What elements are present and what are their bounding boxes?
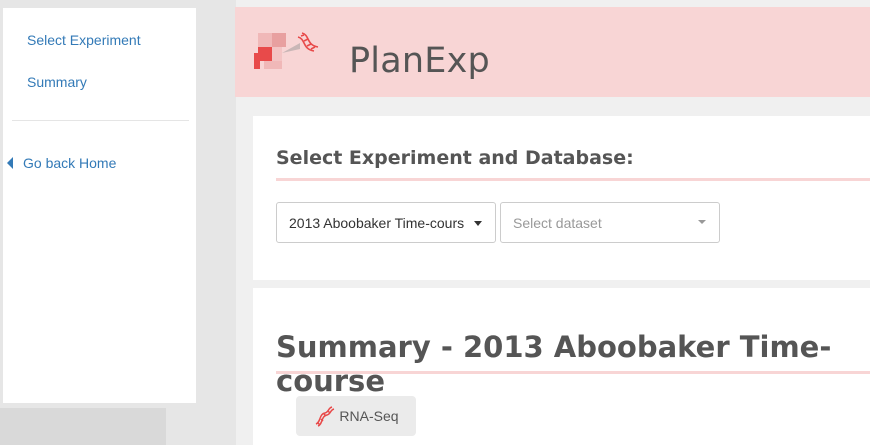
summary-panel: Summary - 2013 Aboobaker Time-course RNA… [253,288,870,445]
go-back-home-label: Go back Home [23,155,117,171]
rna-seq-badge: RNA-Seq [296,396,416,436]
select-experiment-panel: Select Experiment and Database: 2013 Abo… [253,116,870,280]
experiment-select[interactable]: 2013 Aboobaker Time-cours [276,202,496,243]
sidebar: Select Experiment Summary Go back Home [3,8,200,407]
dataset-select-placeholder: Select dataset [513,215,602,231]
dataset-select[interactable]: Select dataset [500,202,720,243]
summary-panel-title: Summary - 2013 Aboobaker Time-course [276,330,832,398]
chevron-down-icon [698,220,706,224]
go-back-home-link[interactable]: Go back Home [7,155,116,171]
rna-seq-badge-label: RNA-Seq [339,408,399,424]
sidebar-item-select-experiment[interactable]: Select Experiment [27,32,141,48]
select-panel-underline [276,178,870,181]
app-title: PlanExp [349,41,490,81]
caret-left-icon [7,157,13,169]
sidebar-footer-shade [0,408,166,445]
sidebar-item-summary[interactable]: Summary [27,74,87,90]
app-header: PlanExp [235,7,870,97]
experiment-select-value: 2013 Aboobaker Time-cours [289,215,465,231]
planexp-logo-icon [254,32,319,69]
select-panel-title: Select Experiment and Database: [276,147,634,169]
dna-icon [316,406,335,427]
summary-panel-underline [276,371,870,374]
sidebar-divider [12,120,189,121]
chevron-down-icon [474,221,482,226]
